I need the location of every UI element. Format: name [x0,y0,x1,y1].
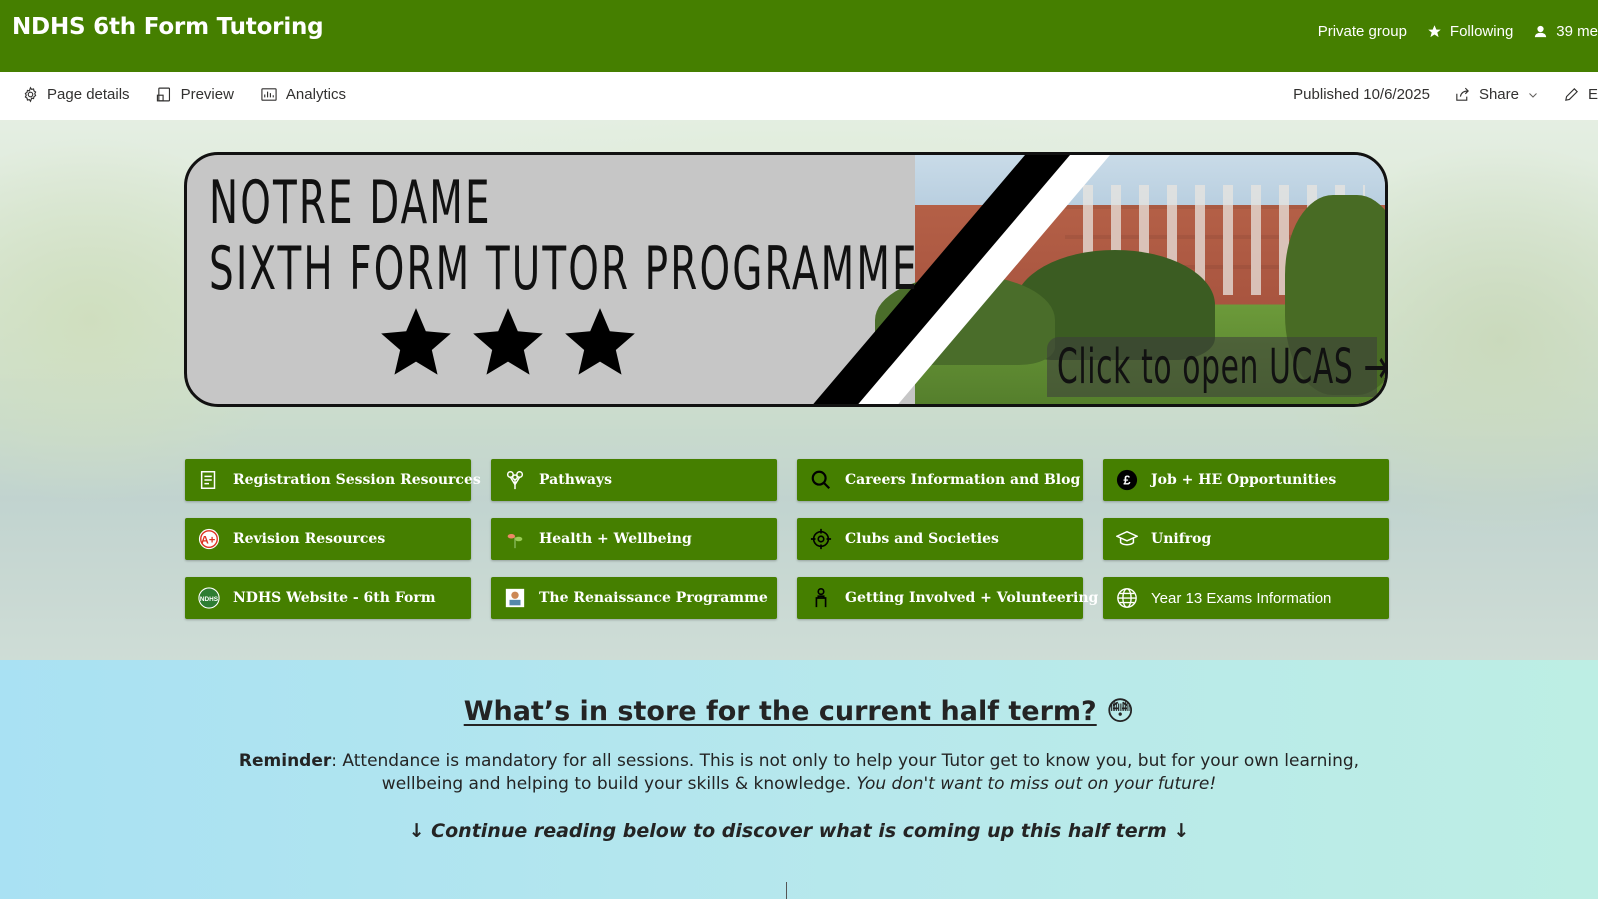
volunteer-icon [809,586,833,610]
quick-link-exams[interactable]: Year 13 Exams Information [1103,577,1389,619]
privacy-label: Private group [1318,23,1407,40]
quick-links: Registration Session Resources Pathways … [185,459,1389,619]
site-header: NDHS 6th Form Tutoring Private group Fol… [0,0,1598,72]
quick-link-clubs[interactable]: Clubs and Societies [797,518,1083,560]
pound-icon: £ [1115,468,1139,492]
person-icon [1535,25,1547,38]
quick-link-revision[interactable]: A+ Revision Resources [185,518,471,560]
quick-link-label: Revision Resources [233,531,386,547]
school-crest-icon: NDHS [197,586,221,610]
flowers-icon [503,468,527,492]
members-label: 39 me [1556,23,1598,40]
half-term-section: What’s in store for the current half ter… [0,660,1598,899]
target-icon [809,527,833,551]
quick-link-renaissance[interactable]: The Renaissance Programme [491,577,777,619]
quick-link-website[interactable]: NDHS NDHS Website - 6th Form [185,577,471,619]
quick-link-label: The Renaissance Programme [539,590,768,606]
preview-label: Preview [180,86,234,103]
star-icon [1428,25,1441,38]
search-icon [809,468,833,492]
edit-button[interactable]: E [1563,86,1598,103]
gear-icon [24,86,37,103]
renaissance-icon [503,586,527,610]
open-ucas-label: Click to open UCAS → [1057,339,1388,395]
banner-title-line1: NOTRE DAME [209,168,492,238]
share-icon [1456,87,1469,101]
page-details-button[interactable]: Page details [22,86,130,103]
preview-icon [156,87,170,102]
chevron-down-icon [1529,92,1537,98]
globe-icon [1115,586,1139,610]
quick-link-careers[interactable]: Careers Information and Blog [797,459,1083,501]
quick-link-label: Health + Wellbeing [539,531,692,547]
quick-link-label: Getting Involved + Volunteering [845,590,1099,606]
site-title[interactable]: NDHS 6th Form Tutoring [12,14,324,40]
clipboard-icon [197,468,221,492]
share-label: Share [1478,86,1519,103]
svg-text:NDHS: NDHS [200,596,219,603]
section-heading-text: What’s in store for the current half ter… [463,696,1097,727]
text-cursor [786,882,787,899]
analytics-button[interactable]: Analytics [260,86,346,103]
edit-label: E [1587,86,1598,103]
quick-link-pathways[interactable]: Pathways [491,459,777,501]
ucas-banner[interactable]: NOTRE DAME SIXTH FORM TUTOR PROGRAMME Cl… [184,152,1388,407]
section-heading: What’s in store for the current half ter… [0,696,1598,727]
svg-text:A+: A+ [201,535,215,547]
quick-link-registration[interactable]: Registration Session Resources [185,459,481,501]
follow-label: Following [1449,23,1514,40]
reminder-paragraph: Reminder: Attendance is mandatory for al… [200,750,1398,796]
quick-link-label: Clubs and Societies [845,531,999,547]
star-icon [473,308,543,375]
quick-link-label: Year 13 Exams Information [1151,589,1332,607]
quick-link-label: Unifrog [1151,531,1212,547]
flushed-emoji-icon: 😳 [1106,696,1135,727]
reminder-emphasis: You don't want to miss out on your futur… [856,774,1217,794]
quick-link-label: Job + HE Opportunities [1151,472,1337,488]
graduation-cap-icon [1115,527,1139,551]
star-icon [565,308,635,375]
banner-title-line2: SIXTH FORM TUTOR PROGRAMME [209,234,919,304]
svg-text:£: £ [1123,473,1130,488]
analytics-label: Analytics [285,86,346,103]
pencil-icon [1565,88,1578,101]
quick-link-health[interactable]: Health + Wellbeing [491,518,777,560]
quick-link-label: Careers Information and Blog [845,472,1081,488]
privacy-text: Private group [1317,23,1407,40]
published-status: Published 10/6/2025 [1293,86,1430,103]
plant-icon [503,527,527,551]
members-button[interactable]: 39 me [1533,23,1598,40]
banner-stars [377,305,639,381]
continue-reading-text: ↓ Continue reading below to discover wha… [408,820,1190,842]
quick-link-label: NDHS Website - 6th Form [233,590,436,606]
quick-link-label: Pathways [539,472,613,488]
command-bar: Page details Preview Analytics Published… [0,72,1598,120]
reminder-label: Reminder [238,751,332,771]
quick-link-label: Registration Session Resources [233,472,481,488]
preview-button[interactable]: Preview [156,86,234,103]
star-icon [381,308,451,375]
header-actions: Private group Following 39 me [1318,23,1598,40]
quick-link-job-he[interactable]: £ Job + HE Opportunities [1103,459,1389,501]
page-details-label: Page details [47,86,130,103]
analytics-icon [261,88,277,101]
quick-link-volunteering[interactable]: Getting Involved + Volunteering [797,577,1098,619]
open-ucas-cta[interactable]: Click to open UCAS → [1047,337,1385,397]
share-button[interactable]: Share [1454,86,1539,103]
a-plus-icon: A+ [197,527,221,551]
follow-button[interactable]: Following [1427,23,1513,40]
quick-link-unifrog[interactable]: Unifrog [1103,518,1389,560]
